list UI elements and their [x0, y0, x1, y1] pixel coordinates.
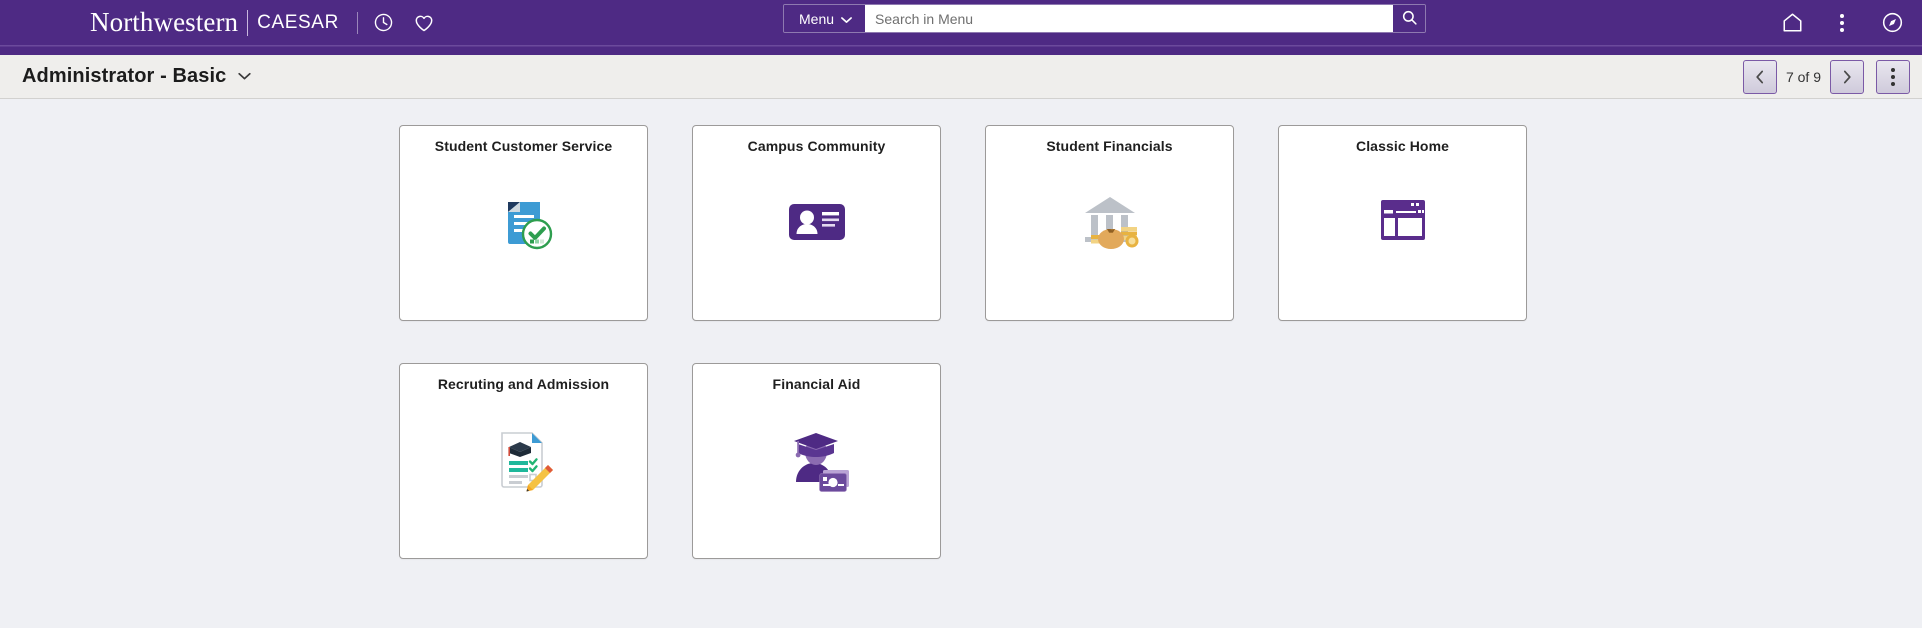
page-subheader: Administrator - Basic 7 of 9 [0, 55, 1922, 99]
header-divider [356, 11, 358, 34]
tile-title: Student Customer Service [434, 138, 613, 154]
dot [1891, 68, 1895, 72]
three-dots-vertical-icon[interactable] [1822, 3, 1862, 43]
dot [1891, 75, 1895, 79]
search-icon [1401, 9, 1418, 29]
chevron-down-icon [841, 11, 852, 27]
search-input[interactable] [865, 5, 1394, 32]
tile-title: Recruting and Admission [437, 376, 610, 392]
tile-title: Classic Home [1355, 138, 1450, 154]
previous-page-button[interactable] [1742, 60, 1777, 94]
menu-dropdown-label: Menu [799, 10, 835, 27]
graduate-money-icon [693, 392, 940, 558]
application-pencil-icon [400, 392, 647, 558]
menu-dropdown-button[interactable]: Menu [784, 5, 866, 32]
id-card-icon [693, 154, 940, 320]
dot [1840, 20, 1844, 25]
three-dots-vertical-icon [1891, 68, 1895, 86]
tile-classic-home[interactable]: Classic Home [1278, 125, 1527, 321]
homepage-pager: 7 of 9 [1742, 60, 1910, 94]
tile-recruting-and-admission[interactable]: Recruting and Admission [399, 363, 648, 559]
app-header: Northwestern CAESAR Menu [0, 0, 1922, 45]
home-icon[interactable] [1772, 3, 1812, 43]
page-count-label: 7 of 9 [1785, 69, 1821, 85]
tile-student-financials[interactable]: Student Financials [985, 125, 1234, 321]
browser-window-icon [1279, 154, 1526, 320]
tile-row: Student Customer Service Campus Communit… [399, 125, 1922, 321]
tile-student-customer-service[interactable]: Student Customer Service [399, 125, 648, 321]
global-search: Menu [783, 4, 1427, 33]
brand-name: Northwestern [90, 7, 239, 37]
chevron-down-icon[interactable] [238, 72, 252, 81]
clock-icon[interactable] [364, 3, 404, 43]
tile-title: Campus Community [747, 138, 886, 154]
dot [1840, 27, 1844, 32]
compass-icon[interactable] [1872, 3, 1912, 43]
search-button[interactable] [1393, 5, 1426, 32]
dot [1840, 13, 1844, 18]
page-actions-button[interactable] [1876, 60, 1910, 94]
bank-money-icon [986, 154, 1233, 320]
tile-title: Student Financials [1046, 138, 1173, 154]
tile-title: Financial Aid [772, 376, 861, 392]
brand-logo[interactable]: Northwestern CAESAR [90, 0, 339, 45]
next-page-button[interactable] [1830, 60, 1864, 94]
tile-row: Recruting and Admission Financial Aid [399, 363, 1922, 559]
brand-product-name: CAESAR [257, 11, 339, 33]
header-actions [1772, 0, 1912, 45]
homepage-tile-grid: Student Customer Service Campus Communit… [0, 99, 1922, 626]
document-check-icon [400, 154, 647, 320]
header-lower-band [0, 47, 1922, 55]
tile-financial-aid[interactable]: Financial Aid [692, 363, 941, 559]
tile-campus-community[interactable]: Campus Community [692, 125, 941, 321]
dot [1891, 82, 1895, 86]
dots-group [1840, 13, 1844, 32]
heart-icon[interactable] [404, 3, 444, 43]
page-title: Administrator - Basic [22, 65, 227, 87]
